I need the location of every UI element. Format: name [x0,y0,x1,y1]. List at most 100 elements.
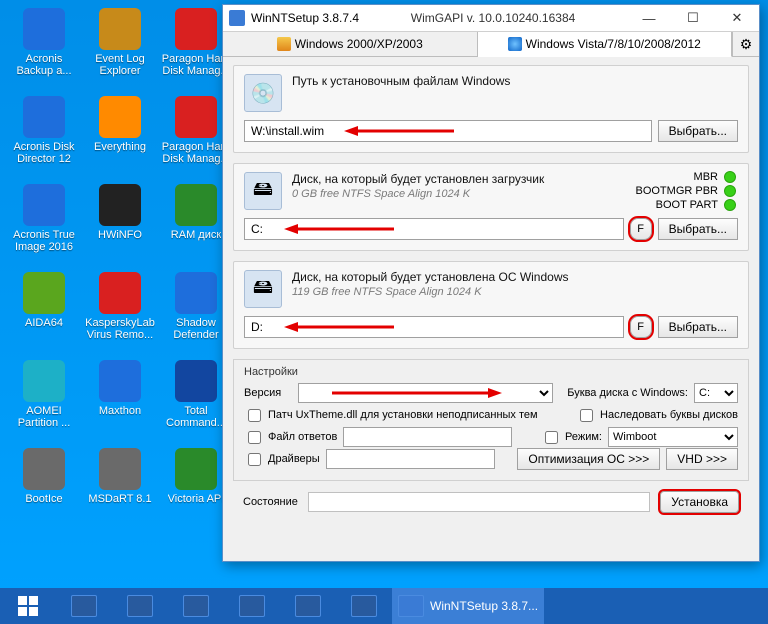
icon-label: AOMEI Partition ... [8,405,80,429]
arrow-annotation [284,321,394,333]
icon-label: Acronis Disk Director 12 [8,141,80,165]
group2-sub: 0 GB free NTFS Space Align 1024 K [292,188,544,200]
group3-title: Диск, на который будет установлена ОС Wi… [292,270,569,284]
app-icon [175,272,217,314]
app-icon [99,360,141,402]
app-icon [99,8,141,50]
drivers-input [326,449,495,469]
group3-sub: 119 GB free NTFS Space Align 1024 K [292,286,569,298]
desktop-icon[interactable]: MSDaRT 8.1 [84,448,156,532]
wimgapi-version: WimGAPI v. 10.0.10240.16384 [359,11,627,25]
icon-label: BootIce [25,493,62,505]
inherit-checkbox[interactable]: Наследовать буквы дисков [576,406,738,425]
icon-label: RAM диск [171,229,221,241]
disk-icon: 🖴 [244,172,282,210]
state-box [308,492,650,512]
app-icon [175,184,217,226]
install-button[interactable]: Установка [660,491,739,513]
desktop-icon[interactable]: KasperskyLab Virus Remo... [84,272,156,356]
desktop-icon[interactable]: Acronis Backup a... [8,8,80,92]
mode-checkbox[interactable]: Режим: [541,428,602,447]
close-button[interactable]: ✕ [715,5,759,31]
driveletter-select[interactable]: C: [694,383,738,403]
desktop-icon[interactable]: Acronis Disk Director 12 [8,96,80,180]
app-icon [229,10,245,26]
start-button[interactable] [0,588,56,624]
desktop-icon[interactable]: AIDA64 [8,272,80,356]
answerfile-checkbox[interactable]: Файл ответов [244,428,337,447]
app-icon [23,448,65,490]
tab-winvista[interactable]: Windows Vista/7/8/10/2008/2012 [478,32,733,57]
cd-icon: 💿 [244,74,282,112]
boot-status-leds: MBR BOOTMGR PBR BOOT PART [635,170,736,212]
arrow-annotation [284,223,394,235]
app-icon [99,96,141,138]
taskbar-app-5[interactable] [280,588,336,624]
icon-label: HWiNFO [98,229,142,241]
group-install-source: 💿 Путь к установочным файлам Windows Выб… [233,65,749,153]
icon-label: KasperskyLab Virus Remo... [84,317,156,341]
state-label: Состояние [243,496,298,508]
version-label: Версия [244,387,292,399]
optimize-button[interactable]: Оптимизация OC >>> [517,448,660,470]
icon-label: Victoria API [168,493,225,505]
led-bootmgr [724,185,736,197]
windows-logo-icon [18,596,38,616]
taskbar-winntsetup[interactable]: WinNTSetup 3.8.7... [392,588,544,624]
taskbar-app-1[interactable] [56,588,112,624]
window-title: WinNTSetup 3.8.7.4 [251,11,359,25]
maximize-button[interactable]: ☐ [671,5,715,31]
tab-win2000[interactable]: Windows 2000/XP/2003 [223,32,478,56]
taskbar-app-4[interactable] [224,588,280,624]
desktop-icon[interactable]: Maxthon [84,360,156,444]
icon-label: AIDA64 [25,317,63,329]
arrow-annotation [344,125,454,137]
taskbar-app-2[interactable] [112,588,168,624]
group1-title: Путь к установочным файлам Windows [292,74,510,88]
minimize-button[interactable]: — [627,5,671,31]
boot-format-button[interactable]: F [630,218,652,240]
answerfile-input [343,427,512,447]
titlebar[interactable]: WinNTSetup 3.8.7.4 WimGAPI v. 10.0.10240… [223,5,759,32]
led-bootpart [724,199,736,211]
desktop-icon[interactable]: Acronis True Image 2016 [8,184,80,268]
winntsetup-window: WinNTSetup 3.8.7.4 WimGAPI v. 10.0.10240… [222,4,760,562]
tabs: Windows 2000/XP/2003 Windows Vista/7/8/1… [223,32,759,57]
icon-label: Acronis True Image 2016 [8,229,80,253]
desktop-icon[interactable]: Everything [84,96,156,180]
led-mbr [724,171,736,183]
source-browse-button[interactable]: Выбрать... [658,120,738,142]
desktop-icon[interactable]: BootIce [8,448,80,532]
disk-icon: 🖴 [244,270,282,308]
win7-flag-icon [508,37,522,51]
driveletter-label: Буква диска с Windows: [567,387,688,399]
mode-select[interactable]: Wimboot [608,427,738,447]
app-icon [23,96,65,138]
icon-label: Event Log Explorer [84,53,156,77]
desktop-icon[interactable]: Event Log Explorer [84,8,156,92]
gear-icon: ⚙ [740,36,753,53]
app-icon [175,96,217,138]
group2-title: Диск, на который будет установлен загруз… [292,172,544,186]
group-boot-disk: MBR BOOTMGR PBR BOOT PART 🖴 Диск, на кот… [233,163,749,251]
drivers-checkbox[interactable]: Драйверы [244,450,320,469]
app-icon [23,360,65,402]
app-icon [23,184,65,226]
arrow-annotation [332,387,502,399]
os-format-button[interactable]: F [630,316,652,338]
app-icon [175,448,217,490]
app-icon [99,184,141,226]
settings-gear-button[interactable]: ⚙ [732,32,759,56]
vhd-button[interactable]: VHD >>> [666,448,738,470]
taskbar-app-3[interactable] [168,588,224,624]
desktop-icon[interactable]: AOMEI Partition ... [8,360,80,444]
patch-checkbox[interactable]: Патч UxTheme.dll для установки неподписа… [244,406,538,425]
desktop: Acronis Backup a...Event Log ExplorerPar… [0,0,768,624]
app-icon [175,8,217,50]
os-browse-button[interactable]: Выбрать... [658,316,738,338]
app-icon [99,272,141,314]
boot-browse-button[interactable]: Выбрать... [658,218,738,240]
settings-group: Настройки Версия Буква диска с Windows: … [233,359,749,481]
desktop-icon[interactable]: HWiNFO [84,184,156,268]
taskbar-app-6[interactable] [336,588,392,624]
